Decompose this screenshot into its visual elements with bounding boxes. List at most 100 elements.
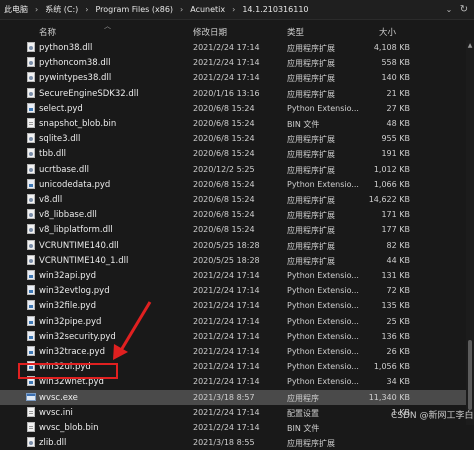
file-name: sqlite3.dll — [39, 134, 81, 145]
file-row[interactable]: zlib.dll 2021/3/18 8:55 应用程序扩展 — [0, 435, 474, 450]
file-date: 2021/2/24 17:14 — [193, 362, 260, 372]
file-row[interactable]: wvsc_blob.bin 2021/2/24 17:14 BIN 文件 — [0, 420, 474, 435]
file-row[interactable]: select.pyd 2020/6/8 15:24 Python Extensio.… — [0, 101, 474, 116]
file-name: win32api.pyd — [39, 271, 97, 281]
file-size: 72 KB — [386, 286, 410, 296]
file-size: 26 KB — [386, 347, 410, 356]
file-row[interactable]: wvsc.exe 2021/3/18 8:57 应用程序 11,340 KB — [0, 389, 474, 405]
breadcrumb-item[interactable]: 此电脑 — [4, 4, 28, 15]
file-row[interactable]: pywintypes38.dll 2021/2/24 17:14 应用程序扩展 140… — [0, 70, 474, 85]
dll-file-icon — [27, 437, 35, 448]
file-row[interactable]: v8_libbase.dll 2020/6/8 15:24 应用程序扩展 171 KB — [0, 207, 474, 222]
file-size: 82 KB — [386, 240, 410, 250]
file-date: 2021/2/24 17:14 — [193, 423, 260, 432]
file-type: 应用程序扩展 — [287, 135, 335, 145]
address-dropdown-icon[interactable]: ⌄ — [444, 4, 454, 16]
file-row[interactable]: v8.dll 2020/6/8 15:24 应用程序扩展 14,622 KB — [0, 192, 474, 207]
file-size: 1,056 KB — [373, 362, 410, 372]
file-date: 2021/2/24 17:14 — [193, 271, 260, 280]
file-name: pywintypes38.dll — [39, 73, 112, 84]
file-date: 2020/5/25 18:28 — [193, 240, 260, 250]
file-type: BIN 文件 — [287, 120, 320, 129]
file-row[interactable]: unicodedata.pyd 2020/6/8 15:24 Python Exte… — [0, 177, 474, 192]
breadcrumb-item[interactable]: 系统 (C:) — [45, 4, 78, 15]
file-row[interactable]: SecureEngineSDK32.dll 2020/1/16 13:16 应用程序… — [0, 86, 474, 101]
file-name: python38.dll — [39, 43, 93, 53]
file-name: snapshot_blob.bin — [39, 119, 117, 129]
file-name: v8.dll — [39, 195, 63, 205]
watermark: CSDN @新网工李白 — [391, 411, 474, 421]
file-name: VCRUNTIME140.dll — [39, 240, 119, 251]
file-row[interactable]: snapshot_blob.bin 2020/6/8 15:24 BIN 文件 48 … — [0, 116, 474, 131]
file-date: 2021/2/24 17:14 — [193, 301, 260, 311]
scrollbar-thumb[interactable] — [468, 340, 472, 410]
dll-file-icon — [27, 148, 35, 159]
column-size-header[interactable]: 大小 — [379, 26, 396, 38]
column-name-header[interactable]: 名称 — [39, 26, 56, 38]
file-type: 应用程序扩展 — [287, 241, 335, 251]
file-date: 2021/2/24 17:14 — [193, 286, 260, 296]
file-row[interactable]: VCRUNTIME140_1.dll 2020/5/25 18:28 应用程序扩展 4… — [0, 253, 474, 268]
file-name: tbb.dll — [39, 149, 66, 160]
file-row[interactable]: VCRUNTIME140.dll 2020/5/25 18:28 应用程序扩展 82 … — [0, 238, 474, 253]
file-size: 1,012 KB — [373, 164, 410, 174]
file-row[interactable]: python38.dll 2021/2/24 17:14 应用程序扩展 4,108 K… — [0, 40, 474, 55]
file-type: Python Extensio... — [287, 179, 359, 189]
file-date: 2020/6/8 15:24 — [193, 134, 255, 144]
file-row[interactable]: win32pipe.pyd 2021/2/24 17:14 Python Exten… — [0, 314, 474, 329]
file-type: 应用程序扩展 — [287, 439, 335, 449]
column-type-header[interactable]: 类型 — [287, 26, 304, 38]
file-row[interactable]: win32evtlog.pyd 2021/2/24 17:14 Python Ext… — [0, 283, 474, 298]
column-header: ︿ 名称 修改日期 类型 大小 — [0, 20, 474, 40]
file-size: 48 KB — [386, 119, 410, 128]
refresh-icon[interactable]: ↻ — [458, 4, 470, 16]
file-size: 171 KB — [381, 210, 410, 220]
file-name: wvsc.exe — [39, 392, 78, 403]
file-row[interactable]: tbb.dll 2020/6/8 15:24 应用程序扩展 191 KB — [0, 146, 474, 161]
file-row[interactable]: ucrtbase.dll 2020/12/2 5:25 应用程序扩展 1,012 KB — [0, 162, 474, 177]
file-name: SecureEngineSDK32.dll — [39, 88, 139, 99]
file-size: 136 KB — [381, 331, 410, 341]
bin-file-icon — [27, 118, 35, 128]
file-row[interactable]: pythoncom38.dll 2021/2/24 17:14 应用程序扩展 558 … — [0, 55, 474, 70]
file-row[interactable]: sqlite3.dll 2020/6/8 15:24 应用程序扩展 955 KB — [0, 131, 474, 146]
file-date: 2021/2/24 17:14 — [193, 73, 260, 83]
column-date-header[interactable]: 修改日期 — [193, 26, 227, 38]
file-row[interactable]: win32security.pyd 2021/2/24 17:14 Python E… — [0, 329, 474, 344]
file-date: 2020/5/25 18:28 — [193, 255, 260, 265]
file-name: wvsc.ini — [39, 407, 73, 418]
breadcrumb-separator-icon: › — [232, 5, 236, 14]
breadcrumb-item[interactable]: Program Files (x86) — [95, 5, 173, 14]
breadcrumb-item[interactable]: 14.1.210316110 — [242, 5, 308, 14]
dll-file-icon — [27, 194, 35, 204]
file-row[interactable]: win32api.pyd 2021/2/24 17:14 Python Extens… — [0, 268, 474, 283]
file-name: select.pyd — [39, 103, 83, 114]
file-date: 2021/2/24 17:14 — [193, 316, 260, 326]
vertical-scrollbar[interactable]: ▲ — [466, 40, 474, 425]
breadcrumb-separator-icon: › — [85, 5, 89, 14]
file-type: 应用程序 — [287, 393, 319, 403]
breadcrumb-item[interactable]: Acunetix — [190, 5, 225, 14]
file-size: 140 KB — [381, 73, 410, 83]
file-type: Python Extensio... — [287, 331, 359, 341]
file-date: 2020/1/16 13:16 — [193, 88, 260, 98]
file-size: 135 KB — [381, 301, 410, 311]
file-type: Python Extensio... — [287, 347, 359, 356]
file-row[interactable]: win32file.pyd 2021/2/24 17:14 Python Exten… — [0, 298, 474, 313]
file-size: 21 KB — [386, 88, 410, 98]
file-type: Python Extensio... — [287, 103, 359, 113]
dll-file-icon — [27, 239, 35, 250]
file-type: 应用程序扩展 — [287, 226, 335, 236]
file-size: 34 KB — [386, 377, 410, 387]
file-row[interactable]: v8_libplatform.dll 2020/6/8 15:24 应用程序扩展 17… — [0, 222, 474, 237]
file-size: 4,108 KB — [373, 43, 410, 52]
python-file-icon — [27, 285, 35, 296]
bin-file-icon — [27, 422, 35, 432]
scroll-up-arrow-icon[interactable]: ▲ — [466, 42, 474, 50]
breadcrumb-separator-icon: › — [35, 5, 39, 14]
file-row[interactable]: win32trace.pyd 2021/2/24 17:14 Python Exte… — [0, 344, 474, 359]
sort-ascending-icon[interactable]: ︿ — [104, 21, 111, 31]
file-type: 应用程序扩展 — [287, 74, 335, 84]
dll-file-icon — [27, 87, 35, 98]
file-type: 应用程序扩展 — [287, 44, 335, 53]
